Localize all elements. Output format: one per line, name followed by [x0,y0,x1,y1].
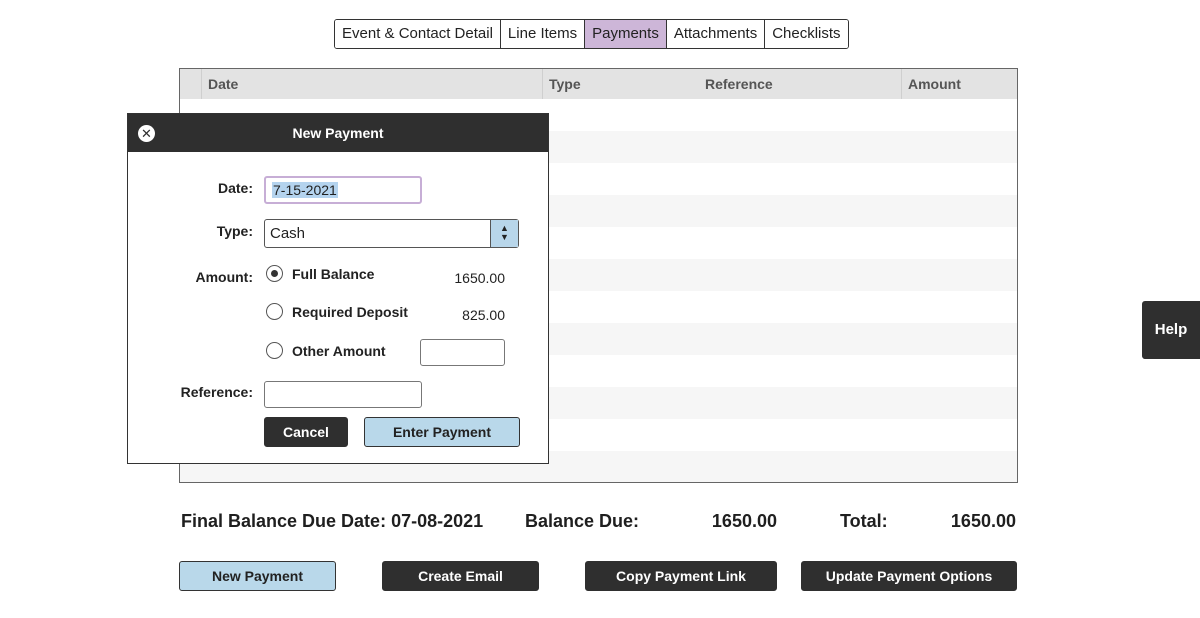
other-amount-input[interactable] [420,339,505,366]
create-email-button[interactable]: Create Email [382,561,539,591]
close-icon[interactable]: ✕ [138,125,155,142]
total-label: Total: [840,511,888,531]
required-deposit-radio[interactable] [266,303,283,320]
type-value: Cash [270,225,306,242]
column-divider[interactable] [201,69,202,99]
balance-due-value: 1650.00 [711,511,777,531]
reference-label: Reference: [180,384,253,400]
tab-checklists[interactable]: Checklists [765,20,848,48]
column-header-type[interactable]: Type [549,69,581,99]
final-balance-label: Final Balance Due Date: [181,511,387,531]
reference-input[interactable] [264,381,422,408]
date-label: Date: [217,180,253,196]
chevron-updown-icon[interactable]: ▲ ▼ [490,220,518,247]
other-amount-radio[interactable] [266,342,283,359]
column-divider[interactable] [901,69,902,99]
column-header-date[interactable]: Date [208,69,238,99]
new-payment-dialog: ✕ New Payment Date: 7-15-2021 Type: Cash… [127,113,549,464]
copy-payment-link-button[interactable]: Copy Payment Link [585,561,777,591]
total-value: 1650.00 [950,511,1016,531]
help-button[interactable]: Help [1142,301,1200,359]
final-balance-date: 07-08-2021 [391,511,484,531]
dialog-title: New Payment [292,125,384,141]
required-deposit-amount: 825.00 [462,307,505,323]
tab-attachments[interactable]: Attachments [666,20,766,48]
other-amount-label: Other Amount [292,343,386,359]
date-value: 7-15-2021 [272,182,338,198]
final-balance-due-date: Final Balance Due Date: 07-08-2021 [181,511,483,532]
tab-payments[interactable]: Payments [585,20,667,48]
tab-bar: Event & Contact Detail Line Items Paymen… [334,19,849,49]
dialog-header: ✕ New Payment [128,114,548,152]
update-payment-options-button[interactable]: Update Payment Options [801,561,1017,591]
new-payment-button[interactable]: New Payment [179,561,336,591]
amount-label: Amount: [195,269,253,285]
tab-event-contact-detail[interactable]: Event & Contact Detail [335,20,501,48]
required-deposit-label: Required Deposit [292,304,408,320]
column-divider[interactable] [542,69,543,99]
full-balance-radio[interactable] [266,265,283,282]
tab-line-items[interactable]: Line Items [500,20,586,48]
balance-due-label: Balance Due: [525,511,640,531]
cancel-button[interactable]: Cancel [264,417,348,447]
column-header-reference[interactable]: Reference [705,69,773,99]
type-select[interactable]: Cash ▲ ▼ [264,219,519,248]
full-balance-label: Full Balance [292,266,375,282]
date-input[interactable]: 7-15-2021 [264,176,422,204]
table-header: Date Type Reference Amount [180,69,1017,99]
column-header-amount[interactable]: Amount [908,69,961,99]
enter-payment-button[interactable]: Enter Payment [364,417,520,447]
type-label: Type: [216,223,253,239]
full-balance-amount: 1650.00 [454,270,505,286]
